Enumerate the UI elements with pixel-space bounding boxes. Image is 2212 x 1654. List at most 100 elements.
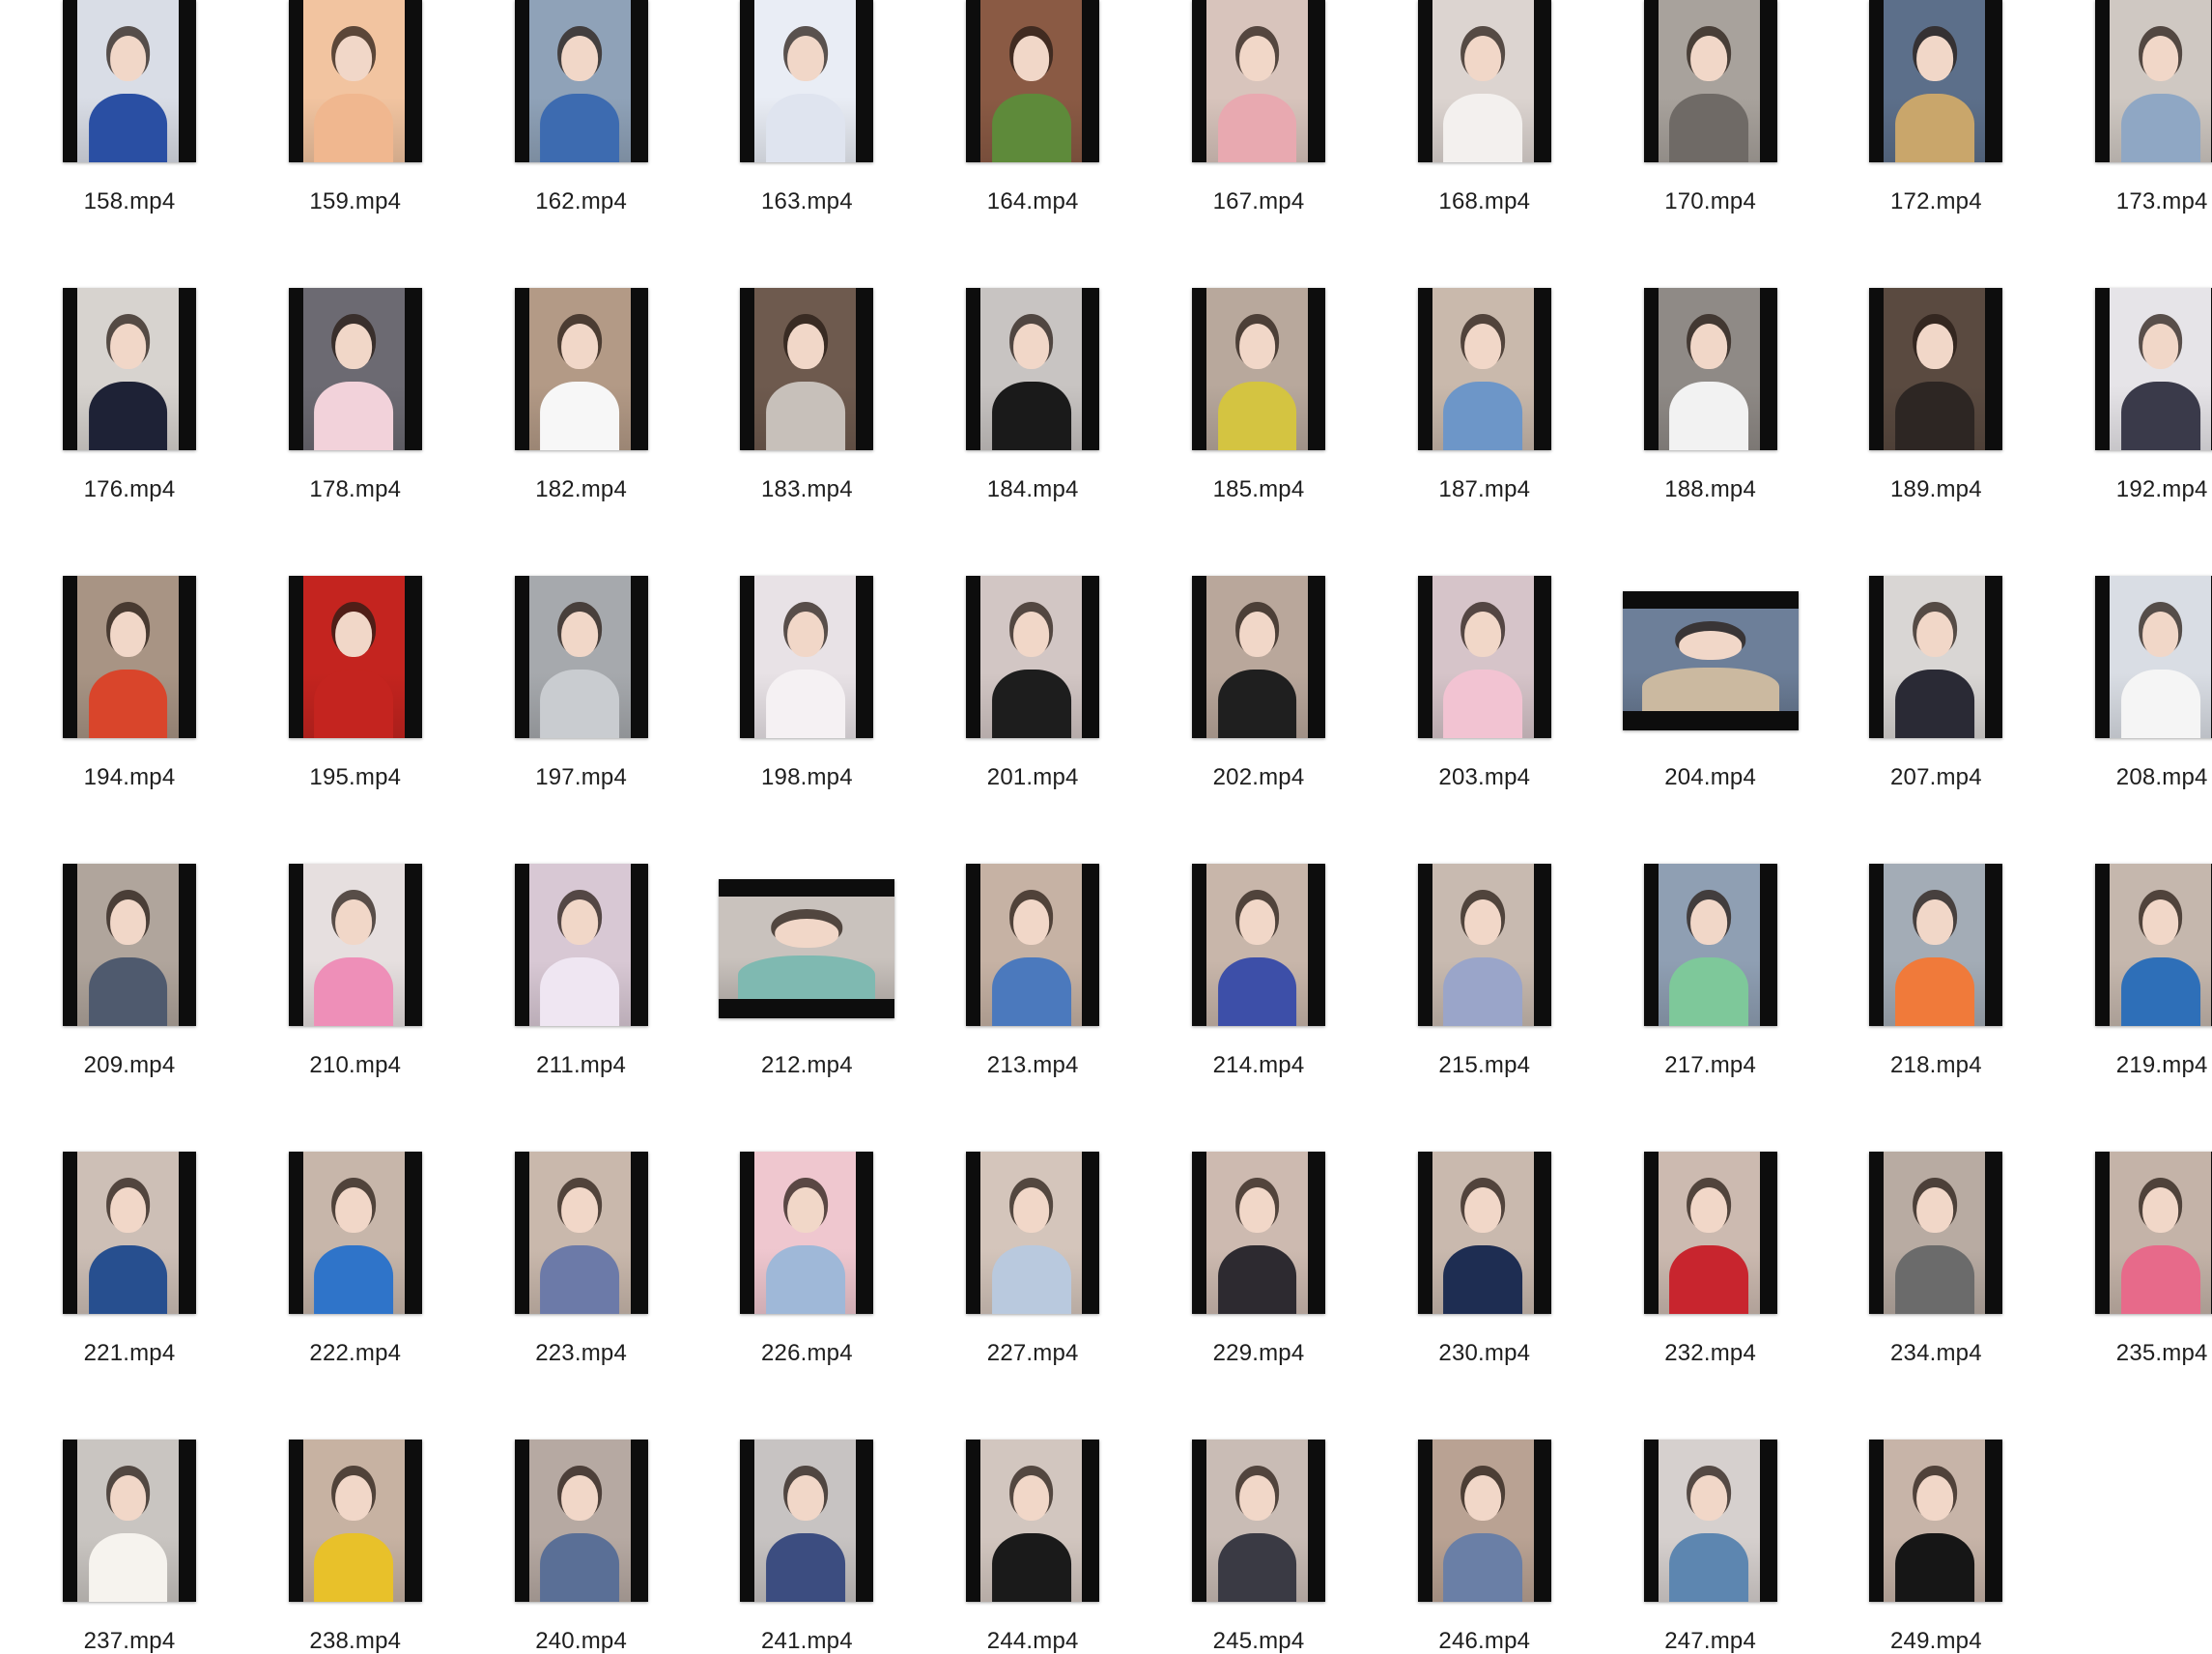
video-thumbnail[interactable] — [1417, 864, 1551, 1026]
file-name-label[interactable]: 212.mp4 — [695, 1052, 919, 1079]
file-item[interactable]: 230.mp4 — [1373, 1152, 1597, 1438]
video-thumbnail[interactable] — [2095, 864, 2212, 1026]
file-name-label[interactable]: 222.mp4 — [243, 1340, 468, 1367]
file-name-label[interactable]: 204.mp4 — [1599, 764, 1823, 791]
file-item[interactable]: 192.mp4 — [2050, 288, 2212, 574]
file-item[interactable]: 240.mp4 — [469, 1440, 694, 1654]
file-name-label[interactable]: 208.mp4 — [2050, 764, 2212, 791]
file-item[interactable]: 201.mp4 — [921, 576, 1145, 862]
file-name-label[interactable]: 170.mp4 — [1599, 188, 1823, 215]
video-thumbnail[interactable] — [1417, 1152, 1551, 1314]
file-name-label[interactable]: 245.mp4 — [1147, 1628, 1371, 1654]
video-thumbnail[interactable] — [966, 864, 1100, 1026]
file-item[interactable]: 212.mp4 — [695, 864, 919, 1150]
file-name-label[interactable]: 244.mp4 — [921, 1628, 1145, 1654]
file-name-label[interactable]: 237.mp4 — [17, 1628, 241, 1654]
video-thumbnail[interactable] — [966, 1440, 1100, 1602]
video-thumbnail[interactable] — [288, 576, 422, 738]
video-thumbnail[interactable] — [1869, 1440, 2003, 1602]
file-item[interactable]: 221.mp4 — [17, 1152, 241, 1438]
video-thumbnail[interactable] — [719, 879, 895, 1018]
file-item[interactable]: 226.mp4 — [695, 1152, 919, 1438]
file-item[interactable]: 210.mp4 — [243, 864, 468, 1150]
file-name-label[interactable]: 232.mp4 — [1599, 1340, 1823, 1367]
file-name-label[interactable]: 223.mp4 — [469, 1340, 694, 1367]
file-name-label[interactable]: 168.mp4 — [1373, 188, 1597, 215]
file-item[interactable]: 238.mp4 — [243, 1440, 468, 1654]
file-name-label[interactable]: 195.mp4 — [243, 764, 468, 791]
file-name-label[interactable]: 238.mp4 — [243, 1628, 468, 1654]
file-item[interactable]: 189.mp4 — [1824, 288, 2048, 574]
video-thumbnail[interactable] — [740, 576, 874, 738]
file-name-label[interactable]: 173.mp4 — [2050, 188, 2212, 215]
file-item[interactable]: 178.mp4 — [243, 288, 468, 574]
file-item[interactable]: 172.mp4 — [1824, 0, 2048, 286]
file-name-label[interactable]: 240.mp4 — [469, 1628, 694, 1654]
file-item[interactable]: 185.mp4 — [1147, 288, 1371, 574]
file-name-label[interactable]: 213.mp4 — [921, 1052, 1145, 1079]
file-item[interactable]: 232.mp4 — [1599, 1152, 1823, 1438]
video-thumbnail[interactable] — [1869, 1152, 2003, 1314]
file-name-label[interactable]: 178.mp4 — [243, 476, 468, 503]
file-name-label[interactable]: 163.mp4 — [695, 188, 919, 215]
video-thumbnail[interactable] — [1417, 1440, 1551, 1602]
video-thumbnail[interactable] — [1192, 1440, 1325, 1602]
file-name-label[interactable]: 249.mp4 — [1824, 1628, 2048, 1654]
file-item[interactable]: 222.mp4 — [243, 1152, 468, 1438]
file-name-label[interactable]: 198.mp4 — [695, 764, 919, 791]
video-thumbnail[interactable] — [63, 288, 196, 450]
file-name-label[interactable]: 159.mp4 — [243, 188, 468, 215]
file-name-label[interactable]: 197.mp4 — [469, 764, 694, 791]
video-thumbnail[interactable] — [63, 1440, 196, 1602]
video-thumbnail[interactable] — [63, 0, 196, 162]
file-item[interactable]: 182.mp4 — [469, 288, 694, 574]
file-name-label[interactable]: 207.mp4 — [1824, 764, 2048, 791]
file-name-label[interactable]: 247.mp4 — [1599, 1628, 1823, 1654]
video-thumbnail[interactable] — [514, 1152, 648, 1314]
file-name-label[interactable]: 226.mp4 — [695, 1340, 919, 1367]
file-item[interactable]: 245.mp4 — [1147, 1440, 1371, 1654]
video-thumbnail[interactable] — [288, 288, 422, 450]
video-thumbnail[interactable] — [288, 1440, 422, 1602]
video-thumbnail[interactable] — [514, 288, 648, 450]
file-name-label[interactable]: 246.mp4 — [1373, 1628, 1597, 1654]
video-thumbnail[interactable] — [288, 0, 422, 162]
video-thumbnail[interactable] — [514, 1440, 648, 1602]
file-name-label[interactable]: 176.mp4 — [17, 476, 241, 503]
video-thumbnail[interactable] — [1643, 864, 1777, 1026]
file-item[interactable]: 167.mp4 — [1147, 0, 1371, 286]
video-thumbnail[interactable] — [2095, 1152, 2212, 1314]
file-item[interactable]: 227.mp4 — [921, 1152, 1145, 1438]
file-item[interactable]: 163.mp4 — [695, 0, 919, 286]
file-item[interactable]: 170.mp4 — [1599, 0, 1823, 286]
video-thumbnail[interactable] — [2095, 288, 2212, 450]
file-name-label[interactable]: 230.mp4 — [1373, 1340, 1597, 1367]
file-name-label[interactable]: 164.mp4 — [921, 188, 1145, 215]
video-thumbnail[interactable] — [1192, 576, 1325, 738]
file-item[interactable]: 202.mp4 — [1147, 576, 1371, 862]
file-name-label[interactable]: 214.mp4 — [1147, 1052, 1371, 1079]
file-item[interactable]: 241.mp4 — [695, 1440, 919, 1654]
file-name-label[interactable]: 209.mp4 — [17, 1052, 241, 1079]
file-item[interactable]: 168.mp4 — [1373, 0, 1597, 286]
video-thumbnail[interactable] — [1869, 288, 2003, 450]
video-thumbnail[interactable] — [740, 1440, 874, 1602]
file-name-label[interactable]: 221.mp4 — [17, 1340, 241, 1367]
file-name-label[interactable]: 172.mp4 — [1824, 188, 2048, 215]
file-item[interactable]: 229.mp4 — [1147, 1152, 1371, 1438]
file-item[interactable]: 204.mp4 — [1599, 576, 1823, 862]
file-name-label[interactable]: 210.mp4 — [243, 1052, 468, 1079]
file-name-label[interactable]: 167.mp4 — [1147, 188, 1371, 215]
file-name-label[interactable]: 162.mp4 — [469, 188, 694, 215]
file-name-label[interactable]: 235.mp4 — [2050, 1340, 2212, 1367]
file-name-label[interactable]: 192.mp4 — [2050, 476, 2212, 503]
file-name-label[interactable]: 201.mp4 — [921, 764, 1145, 791]
video-thumbnail[interactable] — [514, 576, 648, 738]
file-item[interactable]: 209.mp4 — [17, 864, 241, 1150]
file-name-label[interactable]: 183.mp4 — [695, 476, 919, 503]
file-name-label[interactable]: 215.mp4 — [1373, 1052, 1597, 1079]
file-item[interactable]: 158.mp4 — [17, 0, 241, 286]
video-thumbnail[interactable] — [1417, 576, 1551, 738]
file-name-label[interactable]: 158.mp4 — [17, 188, 241, 215]
file-item[interactable]: 195.mp4 — [243, 576, 468, 862]
